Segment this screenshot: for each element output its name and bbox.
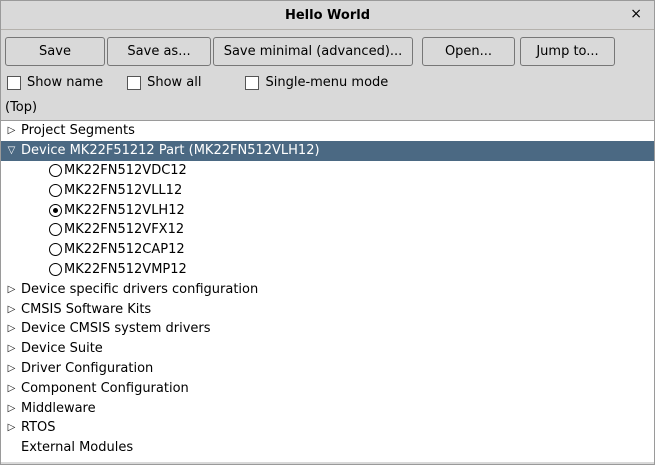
save-minimal-button[interactable]: Save minimal (advanced)... [213,37,413,66]
expander-collapsed-icon[interactable]: ▷ [5,303,18,316]
toolbar: Save Save as... Save minimal (advanced).… [1,30,654,72]
radio-icon[interactable] [49,223,62,236]
radio-checked-icon[interactable] [49,204,62,217]
tree-item-label: Project Segments [21,123,135,138]
expander-collapsed-icon[interactable]: ▷ [5,382,18,395]
tree-item-label: Component Configuration [21,381,189,396]
radio-icon[interactable] [49,263,62,276]
tree-row-radio-option[interactable]: MK22FN512VDC12 [1,161,654,181]
tree-row-device-cmsis-system-drivers[interactable]: ▷ Device CMSIS system drivers [1,319,654,339]
close-icon[interactable]: × [630,7,642,21]
tree-row-radio-option[interactable]: MK22FN512VLL12 [1,180,654,200]
tree-row-radio-option[interactable]: MK22FN512VFX12 [1,220,654,240]
tree-item-label: MK22FN512CAP12 [64,242,185,257]
tree-item-label: Device Suite [21,341,103,356]
tree-row-external-modules[interactable]: External Modules [1,438,654,458]
tree-item-label: MK22FN512VFX12 [64,222,184,237]
tree-row-driver-configuration[interactable]: ▷ Driver Configuration [1,359,654,379]
tree-row-radio-option[interactable]: MK22FN512VLH12 [1,200,654,220]
open-button[interactable]: Open... [422,37,515,66]
checkbox-box[interactable] [127,76,141,90]
tree-row-middleware[interactable]: ▷ Middleware [1,398,654,418]
checkbox-box[interactable] [7,76,21,90]
title-bar: Hello World × [1,1,654,30]
expander-collapsed-icon[interactable]: ▷ [5,402,18,415]
expander-collapsed-icon[interactable]: ▷ [5,124,18,137]
expander-expanded-icon[interactable]: ▽ [5,144,18,157]
save-as-button[interactable]: Save as... [107,37,211,66]
checkbox-box[interactable] [245,76,259,90]
tree-row-rtos[interactable]: ▷ RTOS [1,418,654,438]
tree-item-label: Device specific drivers configuration [21,282,258,297]
tree-item-label: Device MK22F51212 Part (MK22FN512VLH12) [21,143,320,158]
tree-row-device-part[interactable]: ▽ Device MK22F51212 Part (MK22FN512VLH12… [1,141,654,161]
tree-row-radio-option[interactable]: MK22FN512CAP12 [1,240,654,260]
checkbox-show-name[interactable]: Show name [7,75,103,90]
tree-item-label: MK22FN512VMP12 [64,262,187,277]
top-breadcrumb: (Top) [1,94,654,120]
window-title: Hello World [285,8,370,23]
tree-row-radio-option[interactable]: MK22FN512VMP12 [1,260,654,280]
tree-item-label: MK22FN512VDC12 [64,163,187,178]
tree-item-label: Device CMSIS system drivers [21,321,211,336]
tree-item-label: MK22FN512VLH12 [64,203,185,218]
tree-item-label: External Modules [21,440,133,455]
expander-collapsed-icon[interactable]: ▷ [5,342,18,355]
tree-item-label: Middleware [21,401,96,416]
jump-to-button[interactable]: Jump to... [520,37,615,66]
expander-collapsed-icon[interactable]: ▷ [5,362,18,375]
radio-icon[interactable] [49,243,62,256]
tree-row-cmsis-software-kits[interactable]: ▷ CMSIS Software Kits [1,299,654,319]
tree-item-label: CMSIS Software Kits [21,302,151,317]
checkbox-label: Show all [147,75,201,90]
tree-row-device-suite[interactable]: ▷ Device Suite [1,339,654,359]
config-tree: ▷ Project Segments ▽ Device MK22F51212 P… [1,120,654,462]
checkbox-label: Show name [27,75,103,90]
tree-row-project-segments[interactable]: ▷ Project Segments [1,121,654,141]
tree-item-label: Driver Configuration [21,361,153,376]
radio-icon[interactable] [49,164,62,177]
tree-item-label: MK22FN512VLL12 [64,183,182,198]
expander-collapsed-icon[interactable]: ▷ [5,421,18,434]
tree-item-label: RTOS [21,420,56,435]
radio-icon[interactable] [49,184,62,197]
tree-row-device-drivers-config[interactable]: ▷ Device specific drivers configuration [1,279,654,299]
tree-row-component-configuration[interactable]: ▷ Component Configuration [1,378,654,398]
expander-collapsed-icon[interactable]: ▷ [5,322,18,335]
expander-collapsed-icon[interactable]: ▷ [5,283,18,296]
save-button[interactable]: Save [5,37,105,66]
checkbox-single-menu-mode[interactable]: Single-menu mode [245,75,388,90]
options-row: Show name Show all Single-menu mode [1,72,654,94]
checkbox-label: Single-menu mode [265,75,388,90]
checkbox-show-all[interactable]: Show all [127,75,201,90]
